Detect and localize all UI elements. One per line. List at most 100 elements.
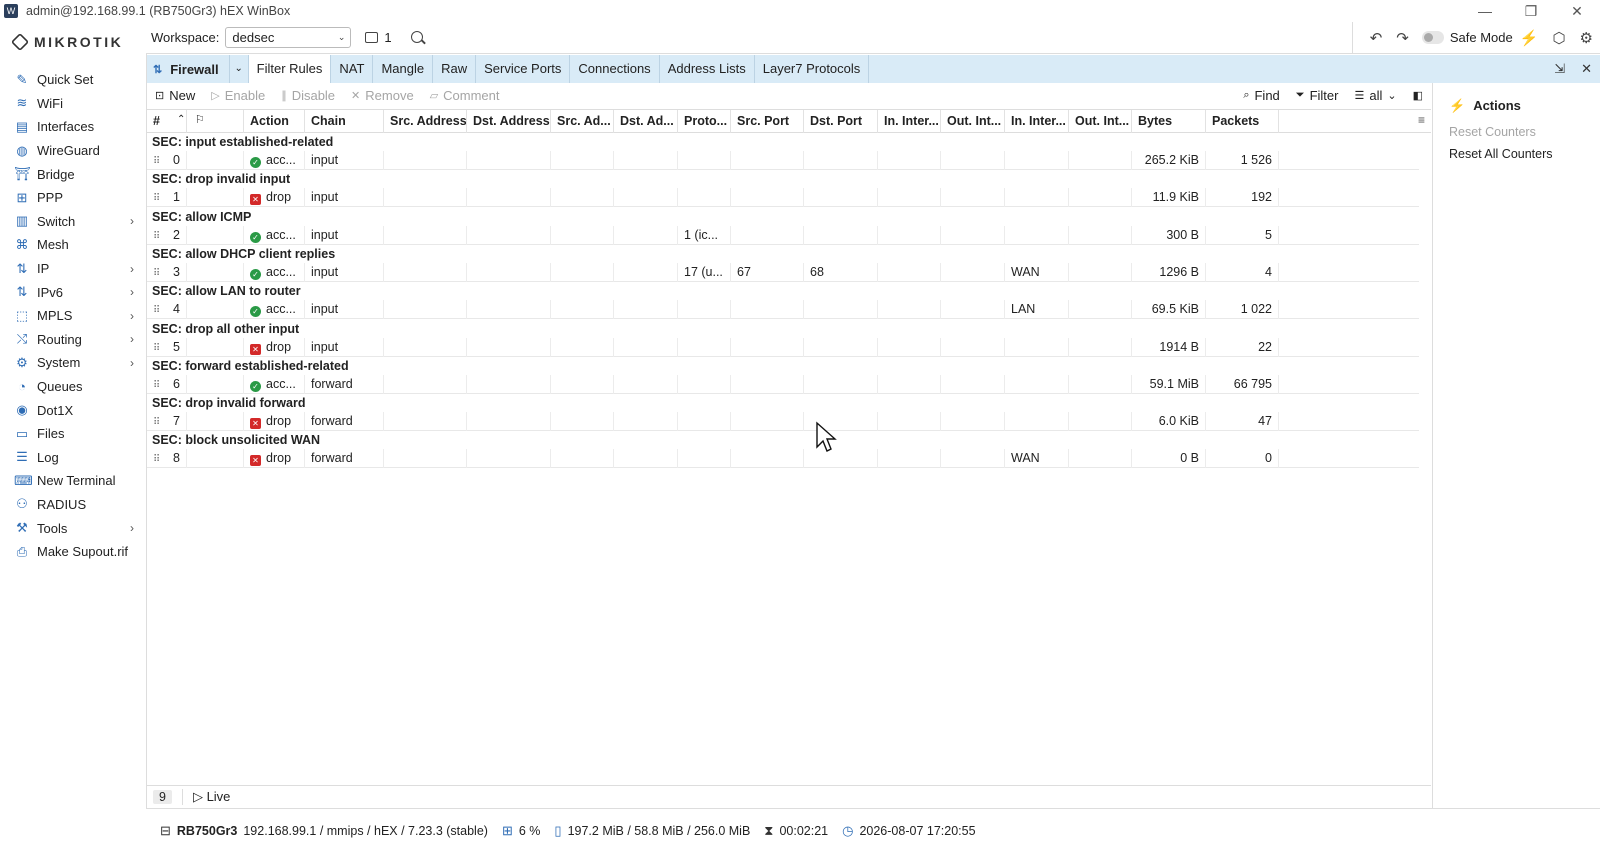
radius-icon: ⚇ — [16, 496, 28, 512]
column-header[interactable]: In. Inter... — [1005, 110, 1069, 133]
restore-icon[interactable]: ❐ — [1508, 0, 1554, 22]
table-row[interactable]: SEC: block unsolicited WAN ⠿ 8 ✕ drop forward… — [147, 431, 1419, 469]
src-port-cell — [731, 337, 804, 357]
src-address-cell — [384, 225, 467, 245]
toggle-panel-button[interactable]: ◧ — [1405, 89, 1431, 102]
drag-handle-icon[interactable]: ⠿ — [153, 193, 160, 204]
column-header[interactable]: Dst. Ad... — [614, 110, 678, 133]
tab-layer7-protocols[interactable]: Layer7 Protocols — [755, 55, 870, 83]
sidebar-item-wifi[interactable]: ≋ WiFi — [0, 92, 146, 116]
sidebar-item-interfaces[interactable]: ▤ Interfaces — [0, 115, 146, 139]
drag-handle-icon[interactable]: ⠿ — [153, 268, 160, 279]
column-header[interactable]: Dst. Address — [467, 110, 551, 133]
chain-cell: input — [305, 337, 384, 357]
drag-handle-icon[interactable]: ⠿ — [153, 343, 160, 354]
column-menu-icon[interactable]: ≡ — [1418, 113, 1425, 127]
sidebar-nav: ✎ Quick Set ≋ WiFi ▤ Interfaces ◍ WireGuard ⛩ Bri… — [0, 68, 146, 563]
sidebar-item-wireguard[interactable]: ◍ WireGuard — [0, 139, 146, 163]
pin-icon[interactable]: ⇲ — [1554, 61, 1565, 77]
drag-handle-icon[interactable]: ⠿ — [153, 231, 160, 242]
table-row[interactable]: SEC: allow LAN to router ⠿ 4 ✓ acc... input LA… — [147, 282, 1419, 320]
drag-handle-icon[interactable]: ⠿ — [153, 156, 160, 167]
sidebar-item-make-supout-rif[interactable]: ⎙ Make Supout.rif — [0, 540, 146, 564]
column-header[interactable]: Chain — [305, 110, 384, 133]
workspace-select[interactable]: dedsec ⌄ — [225, 27, 352, 48]
sidebar-item-files[interactable]: ▭ Files — [0, 422, 146, 446]
tab-nat[interactable]: NAT — [331, 55, 374, 83]
table-row[interactable]: SEC: input established-related ⠿ 0 ✓ acc... i… — [147, 133, 1419, 170]
sidebar-item-quick-set[interactable]: ✎ Quick Set — [0, 68, 146, 92]
undo-icon[interactable]: ↶ — [1370, 29, 1383, 47]
table-row[interactable]: SEC: allow DHCP client replies ⠿ 3 ✓ acc... i… — [147, 245, 1419, 282]
tab-filter-rules[interactable]: Filter Rules — [248, 55, 332, 83]
drag-handle-icon[interactable]: ⠿ — [153, 417, 160, 428]
sidebar-item-ppp[interactable]: ⊞ PPP — [0, 186, 146, 210]
column-header[interactable]: In. Inter... — [878, 110, 941, 133]
tab-mangle[interactable]: Mangle — [373, 55, 434, 83]
column-header[interactable]: Action — [244, 110, 305, 133]
column-header[interactable]: Src. Address — [384, 110, 467, 133]
window-menu-dropdown[interactable]: ⌄ — [228, 55, 249, 83]
column-header[interactable]: Proto... — [678, 110, 731, 133]
sidebar-item-mpls[interactable]: ⬚ MPLS › — [0, 304, 146, 328]
safe-mode-toggle[interactable] — [1421, 31, 1444, 44]
sidebar-item-ip[interactable]: ⇅ IP › — [0, 257, 146, 281]
tab-service-ports[interactable]: Service Ports — [476, 55, 571, 83]
close-window-icon[interactable]: ✕ — [1581, 61, 1592, 77]
live-button[interactable]: ▷ Live — [181, 789, 230, 805]
comment-button[interactable]: ▱ Comment — [422, 88, 508, 103]
quickset-wand-icon[interactable]: ⚡ — [1520, 29, 1539, 47]
sidebar-item-new-terminal[interactable]: ⌨ New Terminal — [0, 469, 146, 493]
sidebar-item-mesh[interactable]: ⌘ Mesh — [0, 233, 146, 257]
rule-comment: SEC: allow ICMP — [152, 209, 252, 224]
sidebar-item-system[interactable]: ⚙ System › — [0, 351, 146, 375]
drag-handle-icon[interactable]: ⠿ — [153, 380, 160, 391]
redo-icon[interactable]: ↷ — [1396, 29, 1409, 47]
column-header[interactable]: Packets — [1206, 110, 1279, 133]
search-icon[interactable] — [410, 30, 426, 46]
sidebar-item-dot1x[interactable]: ◉ Dot1X — [0, 398, 146, 422]
sidebar-item-switch[interactable]: ▥ Switch › — [0, 210, 146, 234]
sidebar-item-label: Make Supout.rif — [37, 544, 129, 560]
reset-counters-action[interactable]: Reset Counters — [1449, 125, 1536, 139]
sidebar-item-bridge[interactable]: ⛩ Bridge — [0, 162, 146, 186]
filter-button[interactable]: ⏷ Filter — [1288, 88, 1347, 103]
find-button[interactable]: ⌕ Find — [1235, 88, 1287, 103]
sidebar-item-queues[interactable]: ◔ Queues — [0, 375, 146, 399]
minimize-icon[interactable]: — — [1462, 0, 1508, 22]
column-header[interactable]: Src. Ad... — [551, 110, 614, 133]
drag-handle-icon[interactable]: ⠿ — [153, 305, 160, 316]
sidebar-item-tools[interactable]: ⚒ Tools › — [0, 516, 146, 540]
column-header[interactable]: Out. Int... — [941, 110, 1005, 133]
open-windows-button[interactable]: 1 — [365, 30, 392, 45]
table-row[interactable]: SEC: allow ICMP ⠿ 2 ✓ acc... input 1 (ic... 300… — [147, 208, 1419, 245]
reset-all-counters-action[interactable]: Reset All Counters — [1449, 147, 1553, 161]
column-header[interactable]: Dst. Port — [804, 110, 878, 133]
enable-button[interactable]: ▷ Enable — [203, 88, 273, 103]
sidebar-item-routing[interactable]: ⤭ Routing › — [0, 328, 146, 352]
rule-number-cell: ⠿ 3 — [147, 262, 187, 282]
table-row[interactable]: SEC: forward established-related ⠿ 6 ✓ acc..… — [147, 357, 1419, 394]
disable-button[interactable]: ∥ Disable — [273, 88, 343, 103]
remove-button[interactable]: ✕ Remove — [343, 88, 422, 103]
table-row[interactable]: SEC: drop all other input ⠿ 5 ✕ drop input 191… — [147, 320, 1419, 357]
sidebar-item-radius[interactable]: ⚇ RADIUS — [0, 493, 146, 517]
sidebar-item-ipv6[interactable]: ⇅ IPv6 › — [0, 280, 146, 304]
in-interface-cell — [878, 449, 941, 469]
tab-connections[interactable]: Connections — [570, 55, 660, 83]
column-header[interactable]: Src. Port — [731, 110, 804, 133]
tab-address-lists[interactable]: Address Lists — [660, 55, 755, 83]
view-select[interactable]: ☰ all ⌄ — [1346, 88, 1404, 103]
settings-gear-icon[interactable]: ⚙ — [1580, 29, 1593, 47]
column-header[interactable]: Out. Int... — [1069, 110, 1132, 133]
column-header[interactable]: Bytes — [1132, 110, 1206, 133]
drag-handle-icon[interactable]: ⠿ — [153, 454, 160, 465]
tab-raw[interactable]: Raw — [433, 55, 477, 83]
package-icon[interactable]: ⬡ — [1552, 29, 1565, 47]
table-row[interactable]: SEC: drop invalid input ⠿ 1 ✕ drop input 11.9 … — [147, 170, 1419, 208]
sidebar-item-log[interactable]: ☰ Log — [0, 446, 146, 470]
table-row[interactable]: SEC: drop invalid forward ⠿ 7 ✕ drop forward 6… — [147, 394, 1419, 432]
out-interface-list-cell — [1069, 188, 1132, 208]
close-icon[interactable]: ✕ — [1554, 0, 1600, 22]
new-button[interactable]: ⊡ New — [147, 88, 203, 103]
